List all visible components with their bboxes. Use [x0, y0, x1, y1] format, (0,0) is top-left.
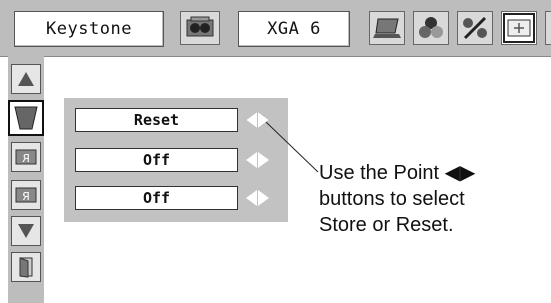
callout-line-2: buttons to select	[319, 188, 465, 210]
sidebar: R Я	[8, 56, 44, 303]
flip-horizontal-icon[interactable]: R	[11, 142, 41, 172]
point-right-icon[interactable]	[257, 152, 269, 168]
point-arrows-row-3[interactable]	[242, 186, 272, 210]
point-arrows-row-2[interactable]	[242, 148, 272, 172]
up-arrow-icon[interactable]	[11, 64, 41, 94]
point-left-icon[interactable]	[245, 190, 257, 206]
menu-bar: Keystone XGA 6	[0, 0, 551, 57]
flip-vertical-icon[interactable]: Я	[11, 180, 41, 210]
flip-horizontal-field[interactable]: Off	[75, 148, 238, 172]
screen-keystone-icon[interactable]	[501, 11, 537, 45]
keystone-store-reset-field[interactable]: Reset	[75, 108, 238, 132]
point-left-icon[interactable]	[245, 152, 257, 168]
down-arrow-icon[interactable]	[11, 216, 41, 246]
laptop-icon[interactable]	[369, 11, 405, 45]
svg-text:Я: Я	[22, 190, 30, 203]
callout-text: Use the Point ◀▶ buttons to select Store…	[319, 160, 549, 238]
input-label: XGA 6	[238, 11, 350, 47]
keystone-shape-icon[interactable]	[8, 100, 44, 136]
callout-line-1: Use the Point ◀▶	[319, 162, 476, 184]
function-label: Keystone	[14, 11, 164, 47]
callout-line-3: Store or Reset.	[319, 214, 454, 236]
flip-vertical-field[interactable]: Off	[75, 186, 238, 210]
exit-door-icon[interactable]	[11, 252, 41, 282]
color-balls-icon[interactable]	[413, 11, 449, 45]
projector-settings-icon[interactable]	[180, 11, 220, 45]
point-right-icon[interactable]	[257, 112, 269, 128]
keystone-submenu: Reset Off Off	[64, 98, 288, 222]
svg-text:R: R	[22, 152, 30, 165]
percent-stripes-icon[interactable]	[457, 11, 493, 45]
point-left-icon[interactable]	[245, 112, 257, 128]
point-right-icon[interactable]	[257, 190, 269, 206]
more-icon[interactable]	[545, 11, 551, 45]
point-arrows-row-1[interactable]	[242, 108, 272, 132]
